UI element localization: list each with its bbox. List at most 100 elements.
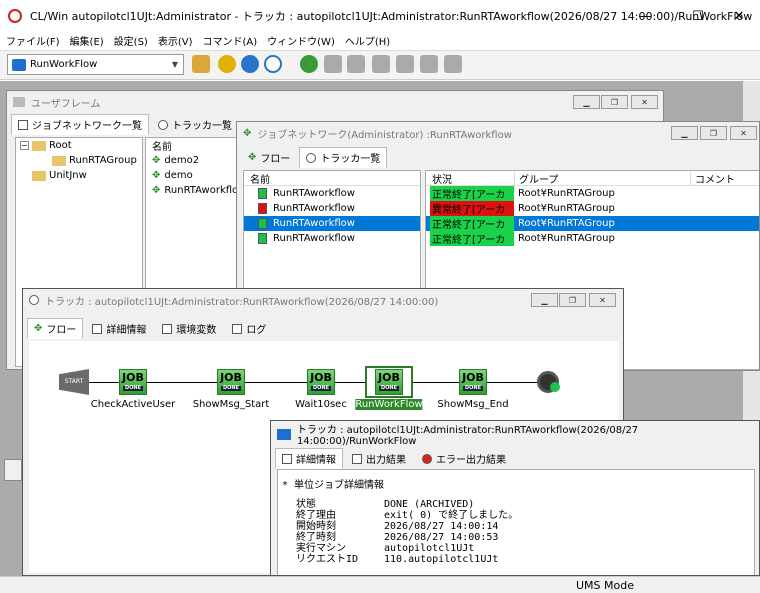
collapse-icon[interactable]: − [20, 141, 29, 150]
job-icon [12, 58, 26, 71]
user-frame-titlebar: ユーザフレーム [7, 91, 663, 113]
copy2-icon[interactable] [347, 55, 365, 73]
tracker-frame-title: トラッカ : autopilotcl1UJt:Administrator:Run… [45, 296, 439, 308]
tree-item-runrtagroup[interactable]: RunRTAGroup [16, 153, 142, 168]
tree-item-root[interactable]: − Root [16, 138, 142, 153]
connector [335, 382, 367, 383]
tracker-icon [306, 152, 317, 163]
job-node-runworkflow[interactable]: JOB DONE [375, 369, 403, 395]
key-icon[interactable] [218, 55, 236, 73]
restore-button[interactable]: ❐ [559, 293, 586, 307]
jobnet-icon: ✥ [152, 170, 161, 181]
folder-jobs-icon[interactable] [192, 55, 210, 73]
menu-command[interactable]: コマンド(A) [203, 33, 258, 48]
flow-icon: ✥ [34, 323, 43, 334]
start-node[interactable]: START [59, 369, 89, 395]
tab-log[interactable]: ログ [225, 318, 273, 339]
close-button[interactable]: ✕ [631, 95, 658, 109]
tab-env-vars[interactable]: 環境変数 [155, 318, 223, 339]
close-button[interactable]: ✕ [589, 293, 616, 307]
page-icon[interactable] [372, 55, 390, 73]
menu-view[interactable]: 表示(V) [158, 33, 193, 48]
tab-tracker-list[interactable]: トラッカ一覧 [151, 114, 239, 135]
job-node-showmsg-start[interactable]: JOB DONE [217, 369, 245, 395]
close-button[interactable]: ✕ [716, 0, 760, 32]
minimized-window[interactable] [4, 459, 22, 481]
job-node-wait10sec[interactable]: JOB DONE [307, 369, 335, 395]
close-button[interactable]: ✕ [730, 126, 757, 140]
job-detail-panel: * 単位ジョブ詳細情報 状態 DONE (ARCHIVED) 終了理由 exit( … [277, 469, 755, 575]
connector [147, 382, 217, 383]
refresh-icon[interactable] [241, 55, 259, 73]
detail-row: 開始時刻 2026/08/27 14:00:14 [296, 521, 499, 532]
table-row[interactable]: 正常終了[アーカ Root¥RunRTAGroup [426, 231, 759, 246]
status-cell: 正常終了[アーカ [430, 186, 514, 201]
tab-error-output[interactable]: エラー出力結果 [415, 448, 513, 469]
job-combo[interactable]: RunWorkFlow ▼ [7, 54, 184, 75]
detail-icon [282, 453, 292, 464]
table-row-selected[interactable]: RunRTAworkflow [244, 216, 420, 231]
tab-detail[interactable]: 詳細情報 [275, 448, 343, 469]
tab-jobnetwork-list[interactable]: ジョブネットワーク一覧 [11, 114, 149, 135]
tab-flow[interactable]: ✥ フロー [27, 318, 84, 339]
connector [89, 382, 119, 383]
menu-window[interactable]: ウィンドウ(W) [267, 33, 335, 48]
tab-flow[interactable]: ✥ フロー [241, 147, 297, 168]
copy-icon[interactable] [324, 55, 342, 73]
jobnetwork-frame-title: ジョブネットワーク(Administrator) :RunRTAworkflow [257, 129, 512, 141]
folder-icon [32, 140, 46, 151]
menu-settings[interactable]: 設定(S) [114, 33, 148, 48]
job-combo-value: RunWorkFlow [30, 59, 98, 70]
tab-detail[interactable]: 詳細情報 [85, 318, 153, 339]
column-header-name[interactable]: 名前 [244, 171, 420, 186]
job-tracker-frame: トラッカ : autopilotcl1UJt:Administrator:Run… [270, 420, 760, 576]
tab-output[interactable]: 出力結果 [345, 448, 413, 469]
column-header-comment[interactable]: コメント [690, 170, 750, 186]
tree-icon[interactable] [396, 55, 414, 73]
status-cell: 正常終了[アーカ [430, 216, 514, 231]
column-header-status[interactable]: 状況 [426, 171, 514, 186]
status-mode: UMS Mode [576, 579, 634, 592]
restore-button[interactable]: ❐ [700, 126, 727, 140]
network-icon[interactable] [420, 55, 438, 73]
table-row-selected[interactable]: 正常終了[アーカ Root¥RunRTAGroup [426, 216, 759, 231]
minimize-button[interactable]: ▁ [671, 126, 698, 140]
table-row[interactable]: RunRTAworkflow [244, 201, 420, 216]
app-icon [8, 9, 22, 23]
table-row[interactable]: RunRTAworkflow [244, 231, 420, 246]
table-row[interactable]: 正常終了[アーカ Root¥RunRTAGroup [426, 186, 759, 201]
detail-row: リクエストID 110.autopilotcl1UJt [296, 554, 499, 565]
tracker-icon [29, 295, 39, 305]
table-row[interactable]: RunRTAworkflow [244, 186, 420, 201]
chevron-down-icon[interactable]: ▼ [172, 60, 178, 69]
tab-tracker-list[interactable]: トラッカ一覧 [299, 147, 388, 168]
error-icon [422, 453, 432, 464]
minimize-button[interactable]: ▁ [573, 95, 600, 109]
job-label: ShowMsg_End [437, 399, 509, 410]
tracker-error-icon [258, 203, 267, 214]
table-row[interactable]: 異常終了[アーカ Root¥RunRTAGroup [426, 201, 759, 216]
column-header-group[interactable]: グループ [514, 170, 690, 186]
minimize-button[interactable]: — [622, 0, 668, 32]
end-node-icon[interactable] [537, 371, 560, 393]
menu-help[interactable]: ヘルプ(H) [345, 33, 390, 48]
detail-row: 終了理由 exit( 0) で終了しました。 [296, 510, 519, 521]
menu-edit[interactable]: 編集(E) [70, 33, 104, 48]
list-item[interactable]: ✥ demo2 [146, 153, 240, 168]
group-cell: Root¥RunRTAGroup [518, 203, 615, 214]
job-node-checkactiveuser[interactable]: JOB DONE [119, 369, 147, 395]
save-icon[interactable] [444, 55, 462, 73]
maximize-button[interactable]: ☐ [675, 0, 721, 32]
minimize-button[interactable]: ▁ [531, 293, 558, 307]
help-icon[interactable] [300, 55, 318, 73]
menu-file[interactable]: ファイル(F) [6, 33, 60, 48]
list-item[interactable]: ✥ RunRTAworkflow [146, 183, 246, 198]
jobnet-icon: ✥ [152, 155, 161, 166]
tree-item-unitjnw[interactable]: UnitJnw [16, 168, 142, 183]
restore-button[interactable]: ❐ [601, 95, 628, 109]
search-icon[interactable] [264, 55, 282, 73]
list-item[interactable]: ✥ demo [146, 168, 240, 183]
log-icon [232, 323, 243, 334]
job-icon [277, 428, 291, 440]
job-node-showmsg-end[interactable]: JOB DONE [459, 369, 487, 395]
